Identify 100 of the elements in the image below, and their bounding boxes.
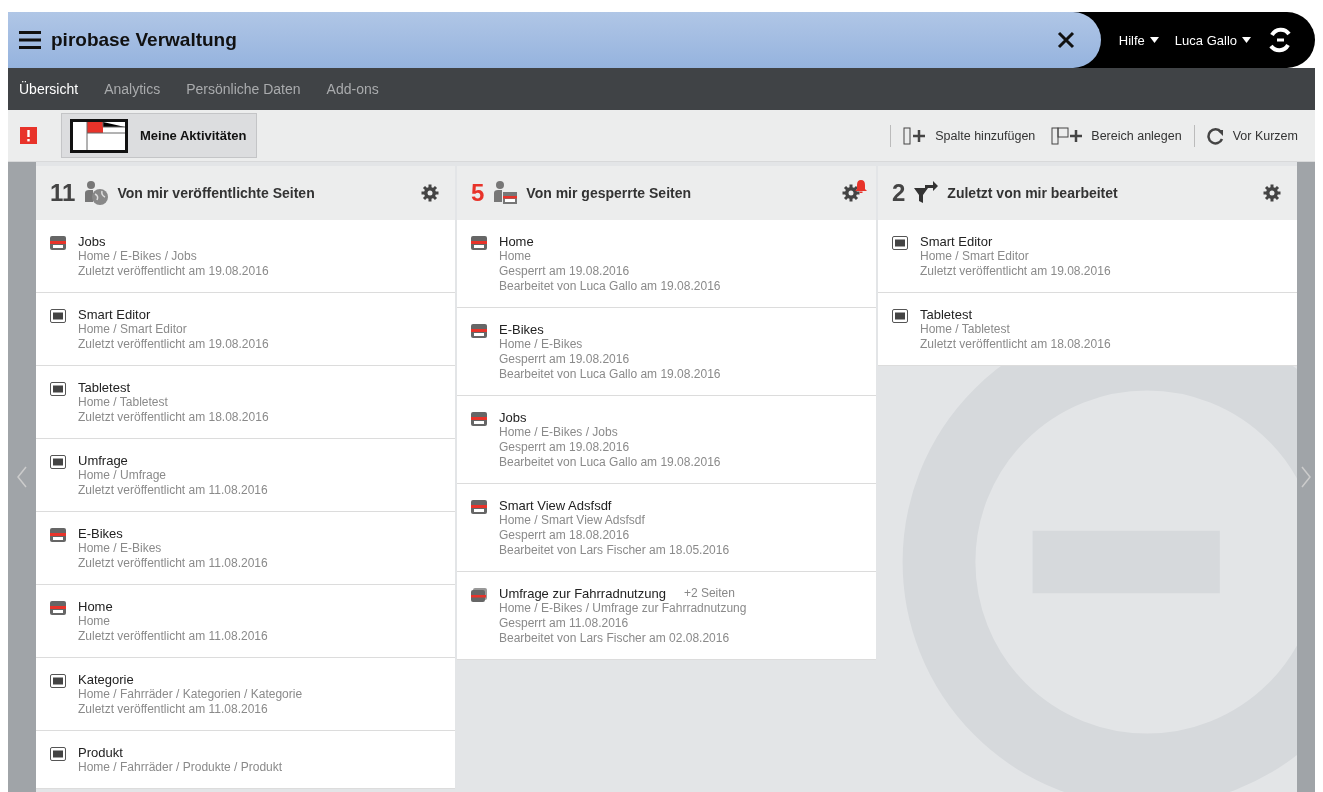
page-detail-text: Home / Smart Editor (920, 249, 1030, 264)
page-list-item[interactable]: Jobs Home / E-Bikes / Jobs Zuletzt veröffentlicht am 19.08.2016 (36, 220, 455, 293)
page-title: Tabletest (78, 380, 131, 395)
page-title: E-Bikes (78, 526, 123, 541)
person-page-icon (492, 180, 519, 206)
column-title: Von mir veröffentlichte Seiten (117, 185, 316, 201)
page-icon (50, 747, 66, 761)
page-detail-text: Home / Fahrräder / Produkte / Produkt (78, 760, 283, 775)
page-title: Home (499, 234, 534, 249)
page-detail-text: Home (499, 249, 532, 264)
nav-tab[interactable]: Übersicht (19, 81, 79, 97)
page-title: Home (78, 599, 113, 614)
help-menu[interactable]: Hilfe (1118, 32, 1159, 48)
page-list-item[interactable]: E-Bikes Home / E-Bikes Zuletzt veröffentlicht am 11.08.2016 (36, 512, 455, 585)
extra-pages-label: +2 Seiten (683, 586, 735, 601)
nav-tab[interactable]: Add-ons (326, 81, 379, 97)
page-icon (50, 382, 66, 396)
chevron-right-icon (1301, 466, 1311, 488)
page-detail-text: Zuletzt veröffentlicht am 11.08.2016 (78, 556, 268, 571)
page-icon (50, 309, 66, 323)
add-column-button[interactable]: Spalte hinzufügen (899, 125, 1040, 146)
page-list-item[interactable]: Kategorie Home / Fahrräder / Kategorien / Kategorie Zuletzt veröffentlicht am 11.08.2016 (36, 658, 455, 731)
page-detail-text: Home (78, 614, 111, 629)
add-area-icon (1051, 125, 1084, 146)
refresh-icon (1206, 126, 1225, 145)
locked-page-icon (471, 236, 487, 250)
count-label: 11 (50, 179, 76, 207)
person-globe-icon (83, 180, 110, 206)
page-title: Kategorie (78, 672, 134, 687)
page-detail-text: Zuletzt veröffentlicht am 19.08.2016 (920, 264, 1111, 279)
page-title: Jobs (499, 410, 527, 425)
page-detail-text: Gesperrt am 18.08.2016 (499, 528, 631, 543)
page-detail-text: Home / E-Bikes / Jobs (499, 425, 619, 440)
page-title: Umfrage zur Fahrradnutzung (499, 586, 666, 601)
locked-page-icon (471, 500, 487, 514)
user-menu[interactable]: Luca Gallo (1174, 32, 1251, 48)
page-title: Smart Editor (920, 234, 993, 249)
locked-page-icon (50, 601, 66, 615)
page-detail-text: Zuletzt veröffentlicht am 18.08.2016 (920, 337, 1111, 352)
nav-tab[interactable]: Analytics (104, 81, 161, 97)
add-area-button[interactable]: Bereich anlegen (1047, 125, 1186, 146)
page-title: Produkt (78, 745, 123, 760)
add-column-icon (903, 125, 928, 146)
page-detail-text: Home / Tabletest (920, 322, 1011, 337)
page-list-item[interactable]: Tabletest Home / Tabletest Zuletzt veröffentlicht am 18.08.2016 (36, 366, 455, 439)
page-list-item[interactable]: Smart Editor Home / Smart Editor Zuletzt veröffentlicht am 19.08.2016 (878, 220, 1297, 293)
page-detail-text: Home / Smart View Adsfsdf (499, 513, 646, 528)
locked-page-icon (50, 528, 66, 542)
caret-icon (1149, 37, 1159, 43)
page-title: Smart Editor (78, 307, 151, 322)
count-label: 2 (892, 179, 906, 207)
page-list-item[interactable]: Home Home Zuletzt veröffentlicht am 11.08.2016 (36, 585, 455, 658)
page-list-item[interactable]: Tabletest Home / Tabletest Zuletzt veröffentlicht am 18.08.2016 (878, 293, 1297, 366)
page-detail-text: Zuletzt veröffentlicht am 11.08.2016 (78, 629, 268, 644)
chevron-left-icon (17, 466, 27, 488)
page-icon (892, 309, 908, 323)
page-list-item[interactable]: Home Home Gesperrt am 19.08.2016 Bearbeitet von Luca Gallo am 19.08.2016 (457, 220, 876, 308)
alert-icon[interactable] (20, 127, 37, 144)
page-detail-text: Zuletzt veröffentlicht am 19.08.2016 (78, 264, 269, 279)
locked-pages-icon (471, 588, 487, 602)
menu-icon[interactable] (19, 31, 41, 49)
layout-icon (70, 118, 128, 153)
page-list-item[interactable]: E-Bikes Home / E-Bikes Gesperrt am 19.08.2016 Bearbeitet von Luca Gallo am 19.08.2016 (457, 308, 876, 396)
page-detail-text: Home / Smart Editor (78, 322, 188, 337)
close-icon[interactable] (1056, 31, 1075, 49)
app-title: pirobase Verwaltung (51, 29, 238, 51)
page-detail-text: Home / Fahrräder / Kategorien / Kategorie (78, 687, 303, 702)
settings-icon[interactable] (421, 184, 439, 202)
count-label: 5 (471, 179, 485, 207)
page-detail-text: Bearbeitet von Luca Gallo am 19.08.2016 (499, 455, 721, 470)
page-detail-text: Home / E-Bikes / Umfrage zur Fahrradnutzung (499, 601, 747, 616)
page-detail-text: Gesperrt am 19.08.2016 (499, 352, 631, 367)
page-detail-text: Gesperrt am 19.08.2016 (499, 264, 631, 279)
page-list-item[interactable]: Umfrage Home / Umfrage Zuletzt veröffentlicht am 11.08.2016 (36, 439, 455, 512)
page-list-item[interactable]: Umfrage zur Fahrradnutzung +2 Seiten Home / E-Bikes / Umfrage zur Fahrradnutzung Gesperrt am 11.08.2016 Bearbeitet von Lars Fischer am 02.08.2016 (457, 572, 876, 660)
page-title: Jobs (78, 234, 106, 249)
settings-icon[interactable] (1263, 184, 1281, 202)
page-list-item[interactable]: Smart View Adsfsdf Home / Smart View Adsfsdf Gesperrt am 18.08.2016 Bearbeitet von Lars Fischer am 18.05.2016 (457, 484, 876, 572)
page-title: E-Bikes (499, 322, 544, 337)
logo-icon[interactable] (1267, 27, 1293, 53)
locked-page-icon (471, 324, 487, 338)
caret-icon (1242, 37, 1251, 43)
settings-icon[interactable] (842, 184, 860, 202)
page-list-item[interactable]: Produkt Home / Fahrräder / Produkte / Produkt (36, 731, 455, 789)
page-detail-text: Zuletzt veröffentlicht am 18.08.2016 (78, 410, 269, 425)
view-selector-button[interactable]: Meine Aktivitäten (61, 113, 258, 158)
page-detail-text: Bearbeitet von Luca Gallo am 19.08.2016 (499, 279, 721, 294)
page-list-item[interactable]: Jobs Home / E-Bikes / Jobs Gesperrt am 19.08.2016 Bearbeitet von Luca Gallo am 19.08.2016 (457, 396, 876, 484)
column-title: Zuletzt von mir bearbeitet (947, 185, 1119, 201)
nav-tab[interactable]: Persönliche Daten (186, 81, 301, 97)
page-list-item[interactable]: Smart Editor Home / Smart Editor Zuletzt veröffentlicht am 19.08.2016 (36, 293, 455, 366)
recent-button[interactable]: Vor Kurzem (1202, 126, 1302, 145)
page-detail-text: Bearbeitet von Lars Fischer am 02.08.2016 (499, 631, 731, 646)
page-detail-text: Home / Umfrage (78, 468, 168, 483)
bell-icon (855, 179, 867, 193)
page-icon (50, 455, 66, 469)
locked-page-icon (471, 412, 487, 426)
page-detail-text: Zuletzt veröffentlicht am 19.08.2016 (78, 337, 269, 352)
page-detail-text: Gesperrt am 11.08.2016 (499, 616, 630, 631)
page-detail-text: Home / E-Bikes (78, 541, 163, 556)
